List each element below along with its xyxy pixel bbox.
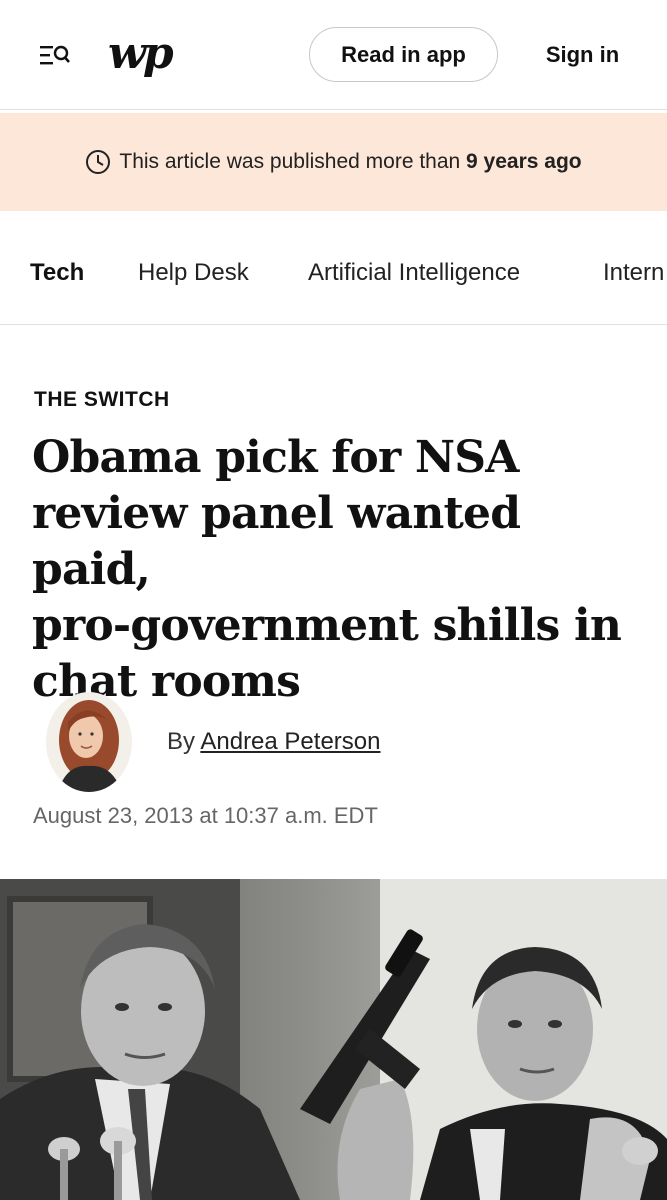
sign-in-link[interactable]: Sign in: [530, 27, 635, 82]
headline-line: review panel wanted paid,: [32, 488, 521, 595]
wp-logo[interactable]: wp: [108, 28, 174, 80]
headline-line: pro-government shills in: [32, 600, 622, 651]
site-header: wp Read in app Sign in: [0, 0, 667, 110]
article-kicker[interactable]: THE SWITCH: [34, 388, 170, 412]
section-nav: Tech Help Desk Artificial Intelligence I…: [0, 224, 667, 325]
author-avatar[interactable]: [46, 692, 132, 792]
notice-emphasis: 9 years ago: [466, 150, 582, 173]
lead-photo[interactable]: [0, 879, 667, 1200]
headline-line: Obama pick for NSA: [32, 432, 519, 483]
nav-item-help-desk[interactable]: Help Desk: [138, 259, 249, 287]
article-headline: Obama pick for NSA review panel wanted p…: [32, 430, 642, 710]
notice-text: This article was published more than 9 y…: [119, 150, 582, 173]
publish-date: August 23, 2013 at 10:37 a.m. EDT: [33, 803, 378, 828]
clock-icon: [86, 150, 111, 174]
nav-item-tech[interactable]: Tech: [30, 259, 84, 287]
nav-item-internet[interactable]: Intern: [603, 259, 664, 287]
read-in-app-button[interactable]: Read in app: [309, 27, 498, 82]
byline-prefix: By: [167, 728, 201, 755]
byline: By Andrea Peterson: [167, 728, 380, 756]
author-link[interactable]: Andrea Peterson: [200, 728, 380, 755]
article-age-notice: This article was published more than 9 y…: [0, 113, 667, 211]
menu-search-icon[interactable]: [34, 38, 74, 74]
nav-item-artificial-intelligence[interactable]: Artificial Intelligence: [308, 259, 520, 287]
